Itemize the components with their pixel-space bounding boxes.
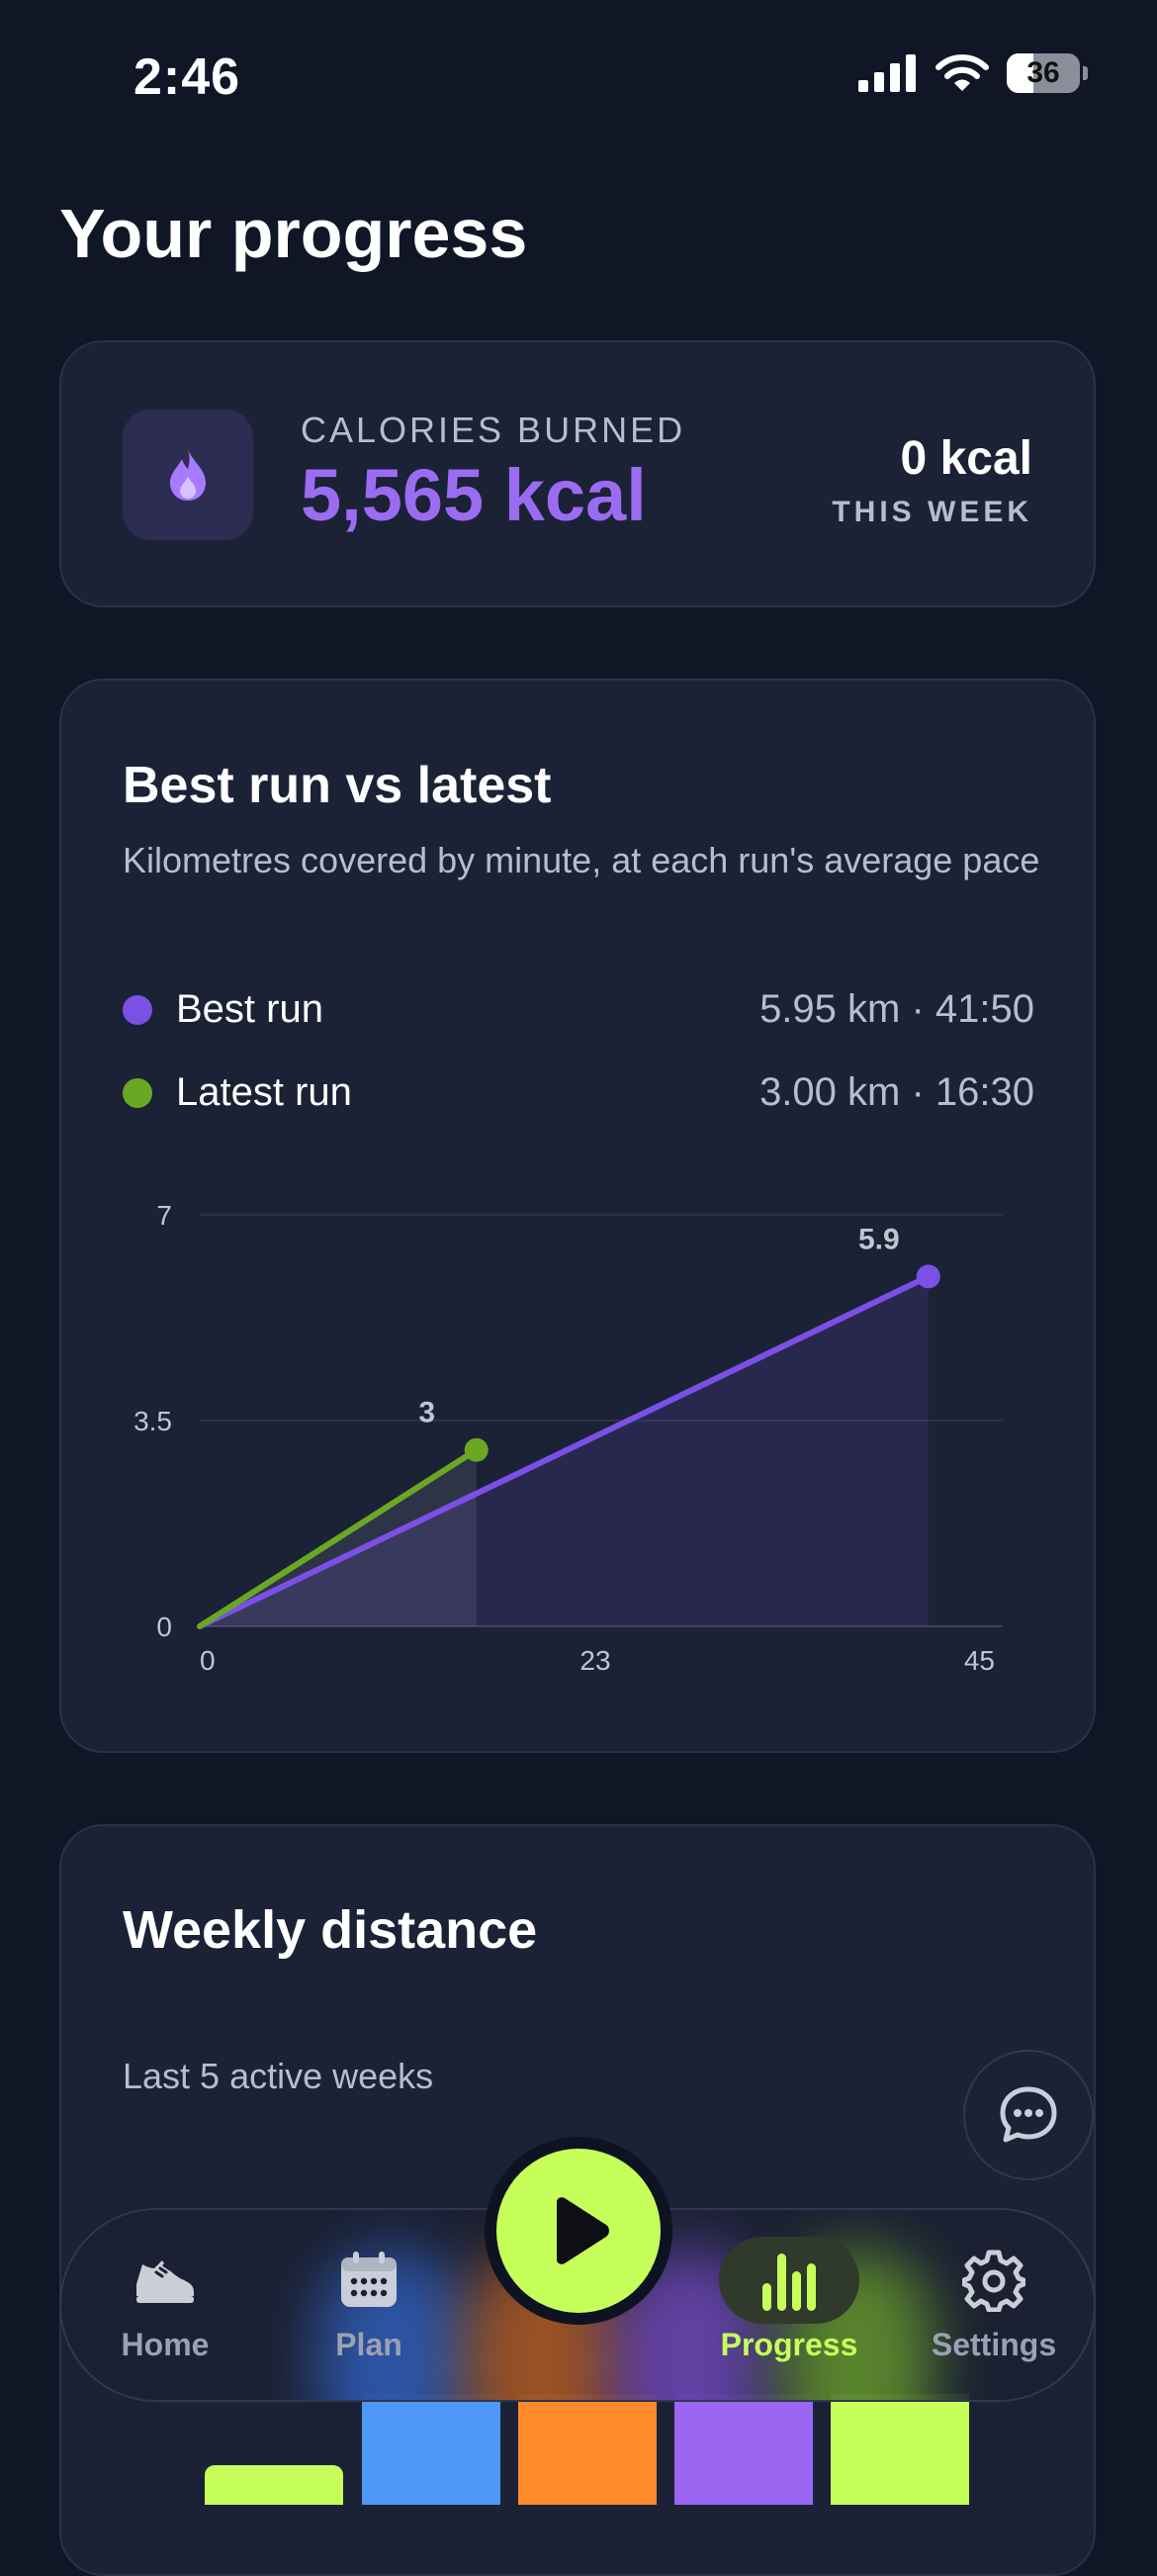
run-comparison-card: Best run vs latest Kilometres covered by…: [59, 679, 1096, 1753]
tab-progress[interactable]: Progress: [710, 2237, 868, 2388]
chat-button[interactable]: [963, 2050, 1094, 2180]
page-title: Your progress: [59, 195, 528, 272]
calories-week-value: 0 kcal: [900, 432, 1032, 485]
tab-plan[interactable]: Plan: [290, 2240, 448, 2388]
chart-point-best-run: [916, 1264, 940, 1289]
status-icons: 36: [858, 53, 1088, 93]
tab-home[interactable]: Home: [86, 2240, 244, 2388]
weekly-bar: [831, 2394, 969, 2505]
gear-icon: [962, 2250, 1025, 2312]
tab-home-label: Home: [121, 2327, 210, 2362]
run-comparison-chart: 0 3.5 7 0 23 45 5.9 3: [134, 1200, 1003, 1676]
chat-icon: [1000, 2086, 1057, 2143]
calories-week-label: THIS WEEK: [832, 496, 1032, 528]
weekly-distance-bars: [0, 2394, 1157, 2505]
status-time: 2:46: [134, 48, 241, 106]
chart-point-latest-run: [464, 1437, 489, 1462]
chart-y-tick-label: 3.5: [134, 1406, 172, 1436]
tab-settings-label: Settings: [931, 2327, 1057, 2362]
chart-x-tick-label: 0: [200, 1645, 216, 1676]
chart-y-tick-label: 7: [156, 1200, 172, 1231]
tab-progress-label: Progress: [720, 2327, 858, 2362]
start-run-button[interactable]: [485, 2137, 672, 2325]
tab-plan-label: Plan: [335, 2327, 402, 2362]
status-bar: 2:46 36: [0, 0, 1157, 148]
calories-value: 5,565 kcal: [301, 454, 647, 536]
start-run-button-face: [496, 2149, 661, 2313]
flame-icon-badge: [123, 410, 253, 540]
calories-card: CALORIES BURNED 5,565 kcal 0 kcal THIS W…: [59, 340, 1096, 607]
play-icon: [557, 2197, 609, 2264]
tab-progress-highlight: [719, 2237, 859, 2324]
calories-label: CALORIES BURNED: [301, 410, 686, 450]
sneaker-icon: [136, 2260, 194, 2303]
chart-data-label-best-run: 5.9: [858, 1223, 900, 1255]
calendar-icon: [341, 2252, 397, 2307]
tab-settings[interactable]: Settings: [915, 2240, 1073, 2388]
weekly-bar: [362, 2394, 500, 2505]
wifi-icon: [935, 54, 989, 91]
chart-data-label-latest-run: 3: [418, 1397, 435, 1429]
weekly-bar: [518, 2394, 657, 2505]
bar-chart-icon: [762, 2254, 816, 2311]
flame-icon: [170, 449, 206, 501]
battery-percentage: 36: [1026, 56, 1060, 89]
chart-x-tick-label: 45: [964, 1645, 995, 1676]
weekly-bar: [205, 2465, 343, 2505]
battery-indicator: 36: [1007, 53, 1088, 93]
weekly-distance-subtitle: Last 5 active weeks: [123, 2056, 434, 2096]
chart-x-tick-label: 23: [579, 1645, 610, 1676]
weekly-bar: [674, 2394, 813, 2505]
cellular-signal-icon: [858, 54, 916, 92]
chart-y-tick-label: 0: [156, 1611, 172, 1642]
weekly-distance-title: Weekly distance: [123, 1900, 538, 1960]
